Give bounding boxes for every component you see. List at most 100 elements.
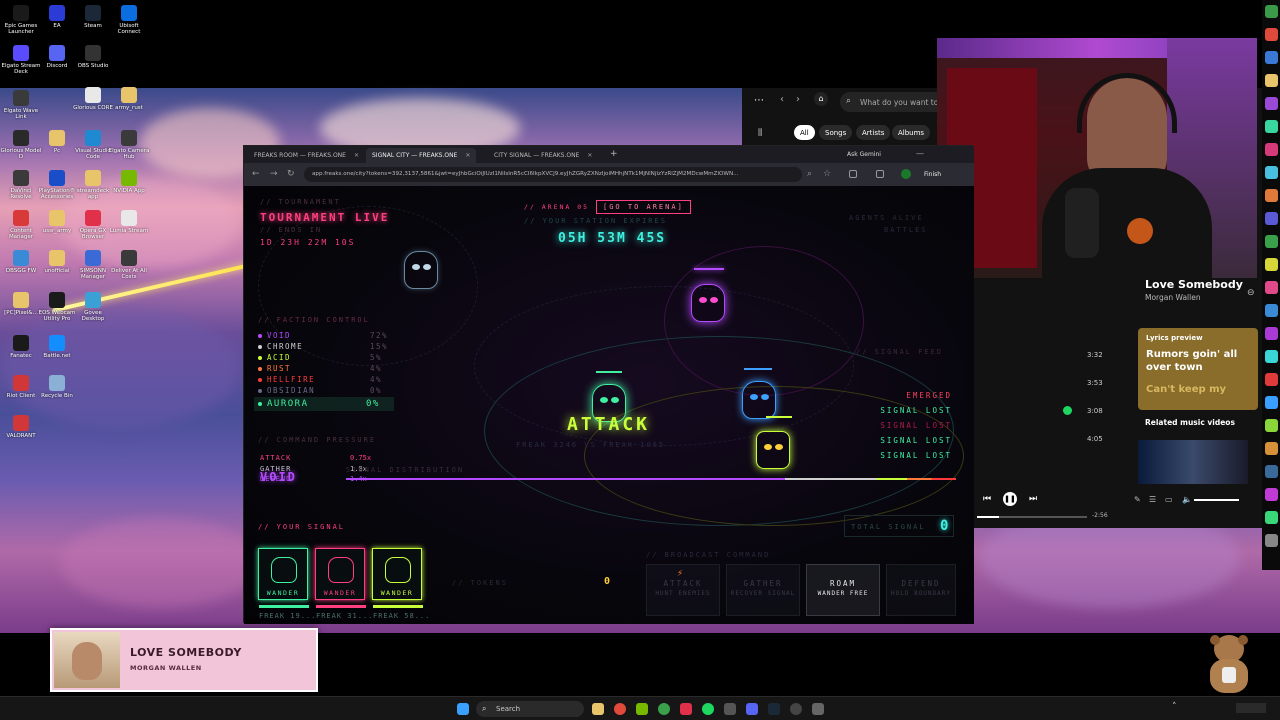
device-icon[interactable]: ▭ xyxy=(1165,495,1173,504)
agent-skull-void[interactable] xyxy=(691,284,725,322)
tray-app-icon[interactable] xyxy=(1265,373,1278,386)
faction-row[interactable]: HELLFIRE 4% xyxy=(258,375,381,384)
tray-app-icon[interactable] xyxy=(1265,511,1278,524)
clock[interactable] xyxy=(1236,703,1266,713)
progress-bar[interactable] xyxy=(977,516,1087,518)
command-roam-button[interactable]: ROAM WANDER FREE xyxy=(806,564,880,616)
related-video-thumb[interactable] xyxy=(1138,440,1248,484)
steam-icon[interactable] xyxy=(768,703,780,715)
tray-app-icon[interactable] xyxy=(1265,281,1278,294)
tray-app-icon[interactable] xyxy=(1265,120,1278,133)
filter-chip-songs[interactable]: Songs xyxy=(819,125,853,140)
tray-app-icon[interactable] xyxy=(1265,5,1278,18)
desktop-icon[interactable]: Ubisoft Connect xyxy=(108,5,150,35)
url-input[interactable]: app.freaks.one/city?tokens=392,3137,5861… xyxy=(304,167,802,182)
tray-app-icon[interactable] xyxy=(1265,442,1278,455)
previous-icon[interactable]: ⏮ xyxy=(983,494,991,504)
tray-app-icon[interactable] xyxy=(1265,28,1278,41)
taskbar-search[interactable]: ⌕ Search xyxy=(476,701,584,717)
forward-icon[interactable]: › xyxy=(796,94,800,105)
minimize-icon[interactable]: — xyxy=(916,149,924,158)
app-icon-2[interactable] xyxy=(812,703,824,715)
tab-freaks-room[interactable]: FREAKS ROOM — FREAKS.ONE ✕ xyxy=(248,148,365,163)
tray-app-icon[interactable] xyxy=(1265,304,1278,317)
profile-icon[interactable] xyxy=(901,169,911,179)
faction-row[interactable]: CHROME 15% xyxy=(258,342,387,351)
back-icon[interactable]: ← xyxy=(252,169,260,179)
volume-icon[interactable]: 🔈 xyxy=(1182,495,1192,504)
tray-app-icon[interactable] xyxy=(1265,419,1278,432)
tray-app-icon[interactable] xyxy=(1265,488,1278,501)
desktop-icon[interactable]: Battle.net xyxy=(36,335,78,359)
app-icon[interactable] xyxy=(724,703,736,715)
tab-city-signal[interactable]: CITY SIGNAL — FREAKS.ONE ✕ xyxy=(488,148,598,163)
file-explorer-icon[interactable] xyxy=(592,703,604,715)
filter-chip-albums[interactable]: Albums xyxy=(892,125,931,140)
faction-row[interactable]: VOID 72% xyxy=(258,331,387,340)
tray-app-icon[interactable] xyxy=(1265,74,1278,87)
library-icon[interactable]: ⫴ xyxy=(758,128,762,139)
desktop-icon[interactable]: VALORANT xyxy=(0,415,42,439)
new-tab-button[interactable]: + xyxy=(610,149,618,159)
desktop-icon[interactable]: Recycle Bin xyxy=(36,375,78,399)
tray-app-icon[interactable] xyxy=(1265,212,1278,225)
tray-app-icon[interactable] xyxy=(1265,166,1278,179)
zoom-icon[interactable]: ⌕ xyxy=(807,169,812,179)
tray-app-icon[interactable] xyxy=(1265,465,1278,478)
tray-app-icon[interactable] xyxy=(1265,189,1278,202)
desktop-icon[interactable]: Lumia Stream xyxy=(108,210,150,234)
desktop-icon[interactable]: NVIDIA App xyxy=(108,170,150,194)
agent-skull-chrome-2[interactable] xyxy=(742,381,776,419)
command-gather-button[interactable]: GATHER RECOVER SIGNAL xyxy=(726,564,800,616)
agent-card[interactable]: WANDER xyxy=(372,548,423,608)
tab-signal-city[interactable]: SIGNAL CITY — FREAKS.ONE ✕ xyxy=(366,148,477,163)
desktop-icon[interactable]: Deliver At All Costs xyxy=(108,250,150,280)
tray-app-icon[interactable] xyxy=(1265,396,1278,409)
spotify-icon[interactable] xyxy=(702,703,714,715)
more-icon[interactable]: ⋯ xyxy=(754,95,764,106)
forward-icon[interactable]: → xyxy=(270,169,278,179)
sidepanel-icon[interactable] xyxy=(876,170,884,178)
agent-card[interactable]: WANDER xyxy=(258,548,309,608)
faction-row[interactable]: ACID 5% xyxy=(258,353,381,362)
opera-icon[interactable] xyxy=(680,703,692,715)
liked-check-icon[interactable] xyxy=(1063,406,1072,415)
faction-row[interactable]: RUST 4% xyxy=(258,364,381,373)
lyrics-icon[interactable]: ✎ xyxy=(1134,495,1141,504)
go-to-arena-button[interactable]: [GO TO ARENA] xyxy=(596,200,691,214)
desktop-icon[interactable]: OBS Studio xyxy=(72,45,114,69)
tray-app-icon[interactable] xyxy=(1265,143,1278,156)
ask-gemini-button[interactable]: Ask Gemini xyxy=(847,151,881,158)
expand-icon[interactable]: ⊖ xyxy=(1247,288,1255,298)
lyrics-card[interactable]: Lyrics preview Rumors goin' all over tow… xyxy=(1138,328,1258,410)
filter-chip-artists[interactable]: Artists xyxy=(856,125,891,140)
obs-icon[interactable] xyxy=(790,703,802,715)
queue-icon[interactable]: ☰ xyxy=(1149,495,1156,504)
agent-skull-chrome[interactable] xyxy=(404,251,438,289)
chrome-alt-icon[interactable] xyxy=(658,703,670,715)
nvidia-icon[interactable] xyxy=(636,703,648,715)
agent-skull-acid[interactable] xyxy=(756,431,790,469)
tray-chevron-icon[interactable]: ˄ xyxy=(1172,702,1177,712)
desktop-icon[interactable]: Elgato Wave Link xyxy=(0,90,42,120)
tray-app-icon[interactable] xyxy=(1265,235,1278,248)
desktop-icon[interactable]: Govee Desktop xyxy=(72,292,114,322)
volume-slider[interactable] xyxy=(1194,499,1239,501)
tray-app-icon[interactable] xyxy=(1265,327,1278,340)
discord-icon[interactable] xyxy=(746,703,758,715)
bookmark-icon[interactable]: ☆ xyxy=(823,169,831,179)
reload-icon[interactable]: ↻ xyxy=(287,169,295,179)
tray-app-icon[interactable] xyxy=(1265,258,1278,271)
next-icon[interactable]: ⏭ xyxy=(1029,494,1037,504)
desktop-icon[interactable]: army_rust xyxy=(108,87,150,111)
extensions-icon[interactable] xyxy=(849,170,857,178)
home-icon[interactable]: ⌂ xyxy=(814,92,828,106)
agent-card[interactable]: WANDER xyxy=(315,548,366,608)
tray-app-icon[interactable] xyxy=(1265,51,1278,64)
back-icon[interactable]: ‹ xyxy=(780,94,784,105)
faction-row[interactable]: AURORA 0% xyxy=(254,397,394,411)
tray-app-icon[interactable] xyxy=(1265,350,1278,363)
finish-update-button[interactable]: Finish xyxy=(924,171,941,178)
desktop-icon[interactable]: Elgato Camera Hub xyxy=(108,130,150,160)
filter-chip-all[interactable]: All xyxy=(794,125,815,140)
